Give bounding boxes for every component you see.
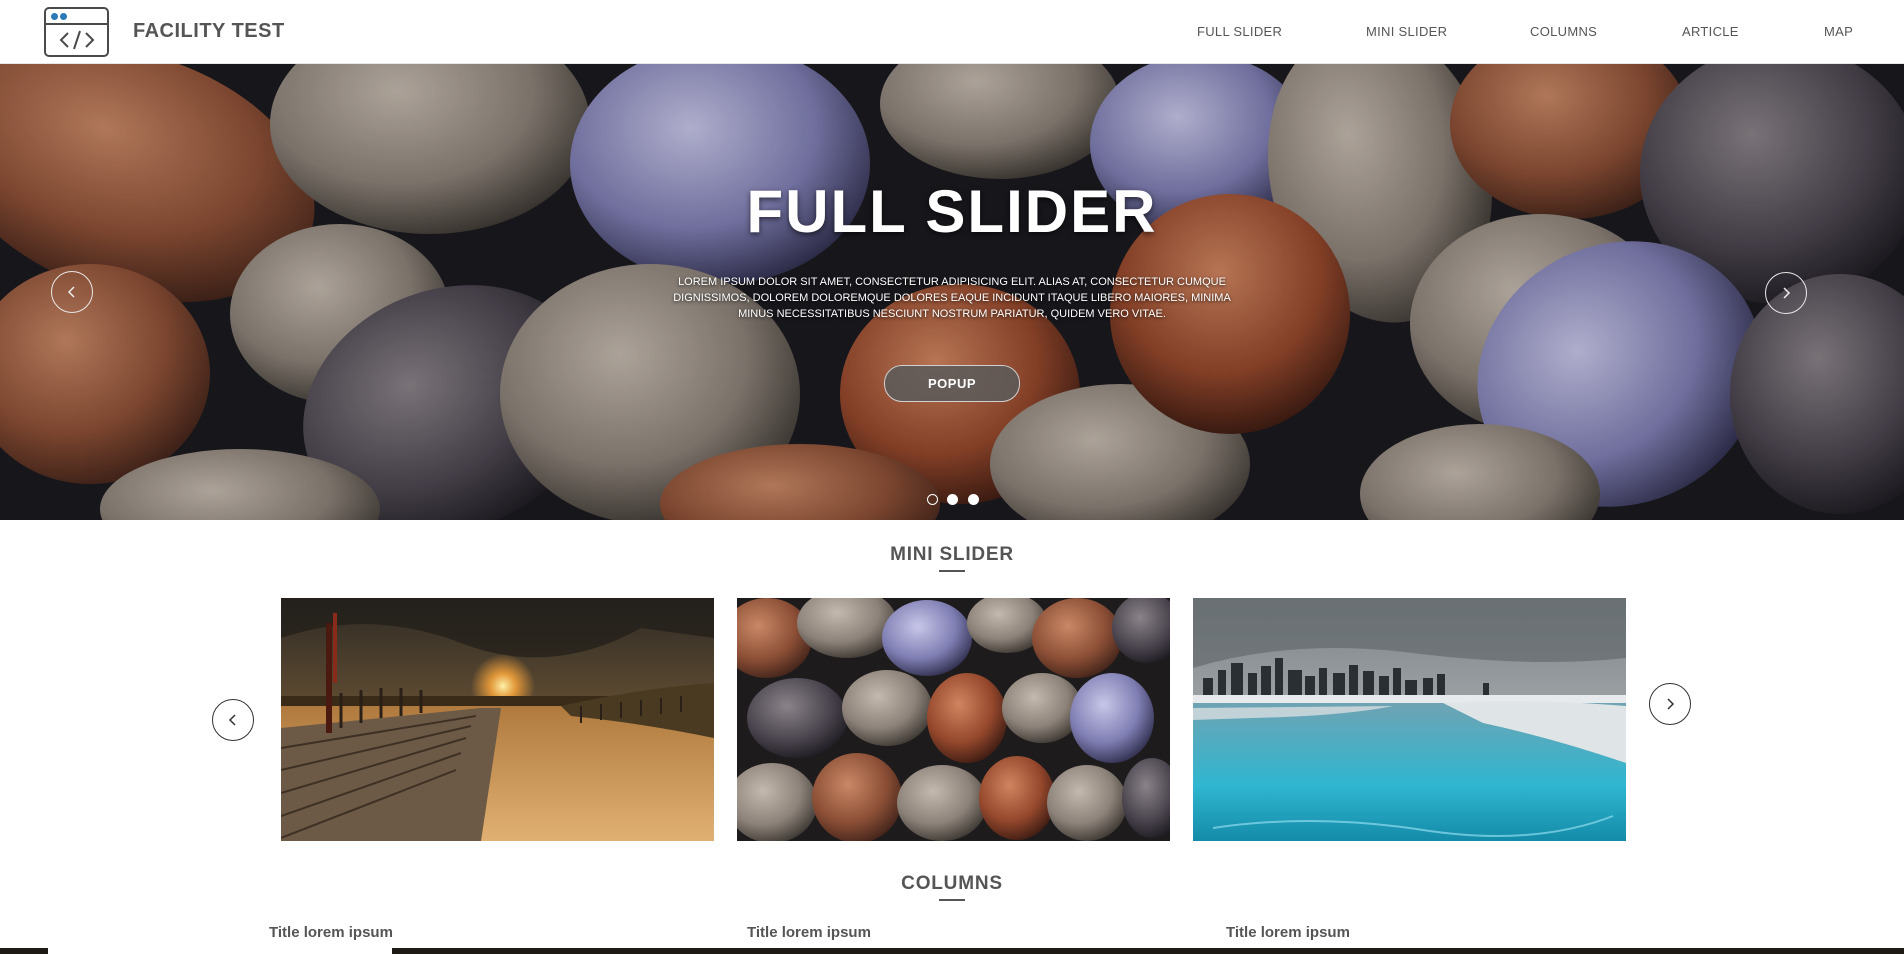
nav-article[interactable]: ARTICLE bbox=[1682, 24, 1739, 39]
code-brackets-icon bbox=[59, 30, 94, 50]
column-title-1: Title lorem ipsum bbox=[269, 924, 393, 941]
mini-prev-button[interactable] bbox=[212, 699, 254, 741]
hero-next-button[interactable] bbox=[1765, 272, 1807, 314]
columns-title: COLUMNS bbox=[901, 873, 1003, 894]
mini-slide-stones[interactable] bbox=[737, 598, 1170, 841]
section-divider bbox=[939, 570, 965, 572]
window-dot-icon bbox=[60, 13, 67, 20]
slider-dot-2[interactable] bbox=[947, 494, 958, 505]
mini-slide-beach[interactable] bbox=[281, 598, 714, 841]
column-title-3: Title lorem ipsum bbox=[1226, 924, 1350, 941]
nav-mini-slider[interactable]: MINI SLIDER bbox=[1366, 24, 1447, 39]
chevron-left-icon bbox=[67, 286, 75, 298]
beach-boardwalk-image bbox=[281, 598, 714, 841]
mini-next-button[interactable] bbox=[1649, 683, 1691, 725]
section-divider bbox=[939, 899, 965, 901]
nav-full-slider[interactable]: FULL SLIDER bbox=[1197, 24, 1282, 39]
code-window-icon[interactable] bbox=[44, 7, 109, 57]
full-slider: FULL SLIDER Lorem ipsum dolor sit amet, … bbox=[0, 64, 1904, 520]
hero-title: FULL SLIDER bbox=[746, 178, 1158, 245]
slider-dot-1[interactable] bbox=[927, 494, 938, 505]
frozen-lake-skyline-image bbox=[1193, 598, 1626, 841]
hero-description: Lorem ipsum dolor sit amet, consectetur … bbox=[673, 276, 1231, 320]
horizontal-scrollbar-thumb[interactable] bbox=[48, 948, 392, 954]
hero-prev-button[interactable] bbox=[51, 271, 93, 313]
column-title-2: Title lorem ipsum bbox=[747, 924, 871, 941]
window-dot-icon bbox=[51, 13, 58, 20]
slider-dot-3[interactable] bbox=[968, 494, 979, 505]
chevron-right-icon bbox=[1783, 287, 1791, 299]
site-header: FACILITY TEST FULL SLIDER MINI SLIDER CO… bbox=[0, 0, 1904, 64]
chevron-left-icon bbox=[228, 714, 236, 726]
river-stones-image bbox=[737, 598, 1170, 841]
brand-name[interactable]: FACILITY TEST bbox=[133, 20, 285, 43]
mini-slider-title: MINI SLIDER bbox=[890, 544, 1014, 565]
nav-map[interactable]: MAP bbox=[1824, 24, 1853, 39]
chevron-right-icon bbox=[1667, 698, 1675, 710]
bottom-scroll-strip bbox=[0, 948, 1904, 954]
popup-button[interactable]: POPUP bbox=[884, 365, 1020, 402]
nav-columns[interactable]: COLUMNS bbox=[1530, 24, 1597, 39]
mini-slide-city-lake[interactable] bbox=[1193, 598, 1626, 841]
